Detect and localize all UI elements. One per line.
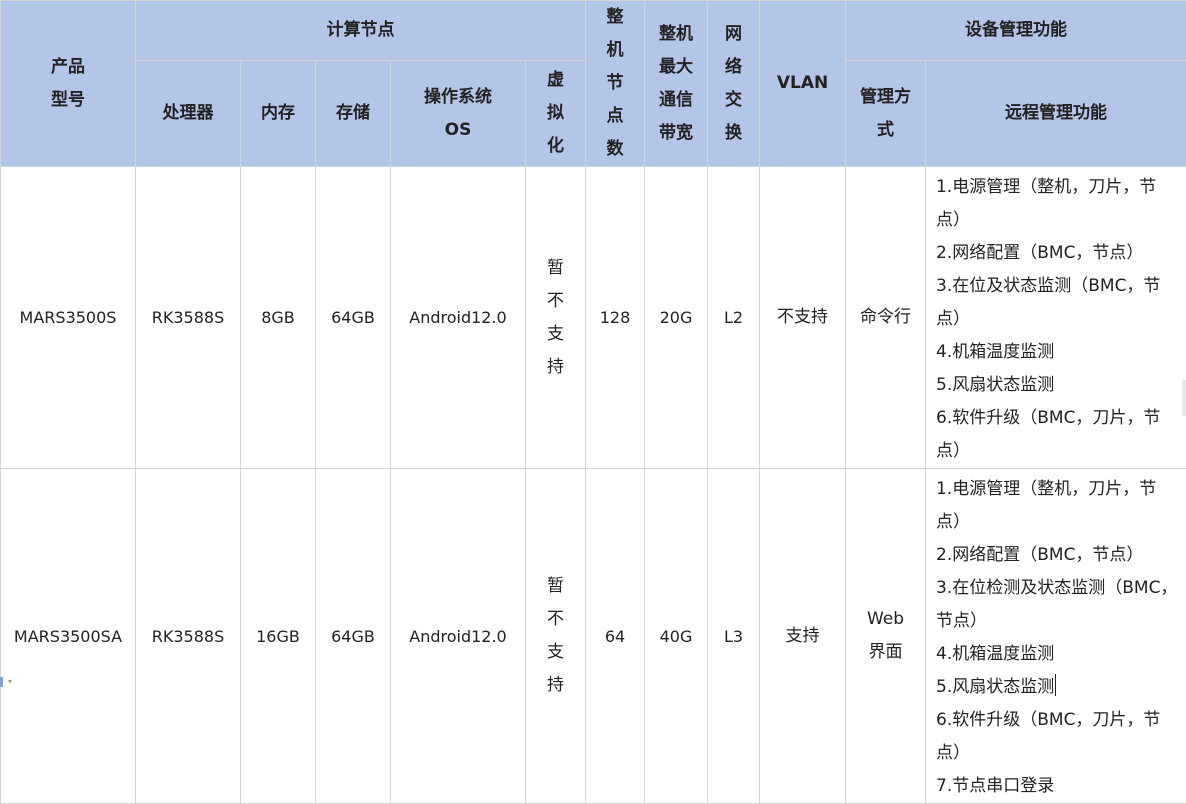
header-node-count: 整 机 节 点 数 <box>586 1 645 167</box>
cell-mgmt-mode: Web 界面 <box>846 469 926 804</box>
cell-virtualization: 暂 不 支 持 <box>526 469 586 804</box>
product-spec-table: 产品 型号 计算节点 整 机 节 点 数 整机 最大 通信 <box>0 0 1186 804</box>
cell-network-switch: L3 <box>708 469 760 804</box>
cell-remote-functions: 1.电源管理（整机，刀片，节点） 2.网络配置（BMC，节点） 3.在位及状态监… <box>926 167 1186 469</box>
cell-processor: RK3588S <box>136 167 241 469</box>
header-memory: 内存 <box>241 61 316 167</box>
cell-vlan: 不支持 <box>760 167 846 469</box>
list-item: 1.电源管理（整机，刀片，节点） <box>936 171 1180 237</box>
list-item: 2.网络配置（BMC，节点） <box>936 539 1180 572</box>
list-item: 5.风扇状态监测 <box>936 369 1180 402</box>
header-storage: 存储 <box>316 61 391 167</box>
header-mgmt-mode: 管理方 式 <box>846 61 926 167</box>
table-row: MARS3500S RK3588S 8GB 64GB Android12.0 暂… <box>1 167 1186 469</box>
cell-network-switch: L2 <box>708 167 760 469</box>
row-selection-marker[interactable] <box>0 677 3 687</box>
cell-bandwidth: 20G <box>645 167 708 469</box>
table-row: MARS3500SA RK3588S 16GB 64GB Android12.0… <box>1 469 1186 804</box>
cell-virtualization: 暂 不 支 持 <box>526 167 586 469</box>
scrollbar-handle[interactable] <box>1182 380 1186 416</box>
list-item: 5.风扇状态监测 <box>936 671 1180 704</box>
header-processor: 处理器 <box>136 61 241 167</box>
cell-mgmt-mode: 命令行 <box>846 167 926 469</box>
header-network-switch: 网 络 交 换 <box>708 1 760 167</box>
cell-model: MARS3500SA <box>1 469 136 804</box>
cell-memory: 16GB <box>241 469 316 804</box>
cell-memory: 8GB <box>241 167 316 469</box>
header-virtualization: 虚 拟 化 <box>526 61 586 167</box>
header-vlan: VLAN <box>760 1 846 167</box>
list-item: 7.节点串口登录 <box>936 770 1180 803</box>
cell-model: MARS3500S <box>1 167 136 469</box>
list-item: 4.机箱温度监测 <box>936 336 1180 369</box>
header-os: 操作系统 OS <box>391 61 526 167</box>
header-bandwidth: 整机 最大 通信 带宽 <box>645 1 708 167</box>
list-item: 4.机箱温度监测 <box>936 638 1180 671</box>
list-item: 3.在位检测及状态监测（BMC，节点） <box>936 572 1180 638</box>
list-item: 6.软件升级（BMC，刀片，节点） <box>936 402 1180 468</box>
cell-node-count: 64 <box>586 469 645 804</box>
row-marker-caret-icon: ▾ <box>8 678 12 686</box>
header-device-mgmt: 设备管理功能 <box>846 1 1186 61</box>
list-item: 1.电源管理（整机，刀片，节点） <box>936 473 1180 539</box>
cell-storage: 64GB <box>316 469 391 804</box>
cell-bandwidth: 40G <box>645 469 708 804</box>
list-item: 6.软件升级（BMC，刀片，节点） <box>936 704 1180 770</box>
cell-processor: RK3588S <box>136 469 241 804</box>
header-product-model: 产品 型号 <box>1 1 136 167</box>
cell-os: Android12.0 <box>391 167 526 469</box>
text-cursor <box>1055 674 1056 696</box>
cell-os: Android12.0 <box>391 469 526 804</box>
list-item: 3.在位及状态监测（BMC，节点） <box>936 270 1180 336</box>
cell-remote-functions: 1.电源管理（整机，刀片，节点） 2.网络配置（BMC，节点） 3.在位检测及状… <box>926 469 1186 804</box>
header-row-1: 产品 型号 计算节点 整 机 节 点 数 整机 最大 通信 <box>1 1 1186 61</box>
cell-vlan: 支持 <box>760 469 846 804</box>
list-item: 2.网络配置（BMC，节点） <box>936 237 1180 270</box>
cell-node-count: 128 <box>586 167 645 469</box>
header-remote-mgmt: 远程管理功能 <box>926 61 1186 167</box>
header-compute-node: 计算节点 <box>136 1 586 61</box>
cell-storage: 64GB <box>316 167 391 469</box>
